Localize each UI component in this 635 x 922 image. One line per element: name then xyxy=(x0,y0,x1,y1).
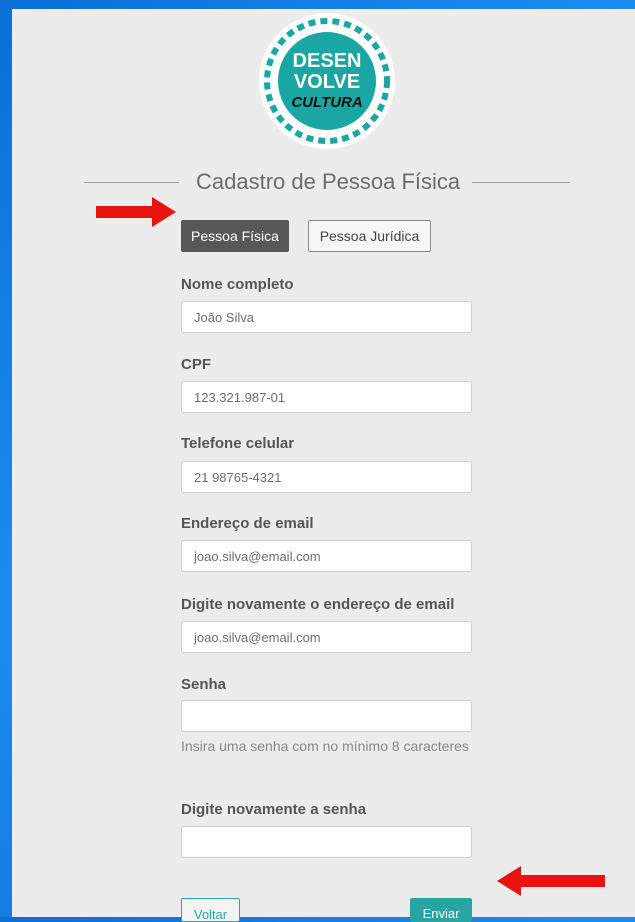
logo-line-3: CULTURA xyxy=(291,94,362,111)
submit-button[interactable]: Enviar xyxy=(410,898,472,922)
desenvolve-cultura-logo: DESEN VOLVE CULTURA xyxy=(258,12,396,150)
password-confirm-input[interactable] xyxy=(181,826,472,858)
password-input[interactable] xyxy=(181,700,472,732)
password-confirm-label: Digite novamente a senha xyxy=(181,801,367,818)
tab-pessoa-fisica[interactable]: Pessoa Física xyxy=(181,220,289,252)
email-confirm-input[interactable]: joao.silva@email.com xyxy=(181,621,472,653)
logo-line-2: VOLVE xyxy=(294,71,360,93)
logo-line-1: DESEN xyxy=(293,50,362,72)
arrow-left-icon xyxy=(497,866,605,896)
email-confirm-label: Digite novamente o endereço de email xyxy=(181,596,455,613)
arrow-right-icon xyxy=(96,197,176,227)
cpf-label: CPF xyxy=(181,356,211,373)
password-label: Senha xyxy=(181,676,227,693)
phone-input[interactable]: 21 98765-4321 xyxy=(181,461,472,493)
phone-label: Telefone celular xyxy=(181,435,295,452)
cpf-input[interactable]: 123.321.987-01 xyxy=(181,381,472,413)
title-divider-left xyxy=(84,182,179,183)
page-title: Cadastro de Pessoa Física xyxy=(196,169,461,194)
title-divider-right xyxy=(472,182,570,183)
tab-pessoa-juridica[interactable]: Pessoa Jurídica xyxy=(308,220,431,252)
full-name-input[interactable]: João Silva xyxy=(181,301,472,333)
email-input[interactable]: joao.silva@email.com xyxy=(181,540,472,572)
full-name-label: Nome completo xyxy=(181,276,294,293)
email-label: Endereço de email xyxy=(181,515,314,532)
page-title-row: Cadastro de Pessoa Física xyxy=(84,168,570,198)
password-help-text: Insira uma senha com no mínimo 8 caracte… xyxy=(181,738,469,754)
back-button[interactable]: Voltar xyxy=(181,898,240,922)
